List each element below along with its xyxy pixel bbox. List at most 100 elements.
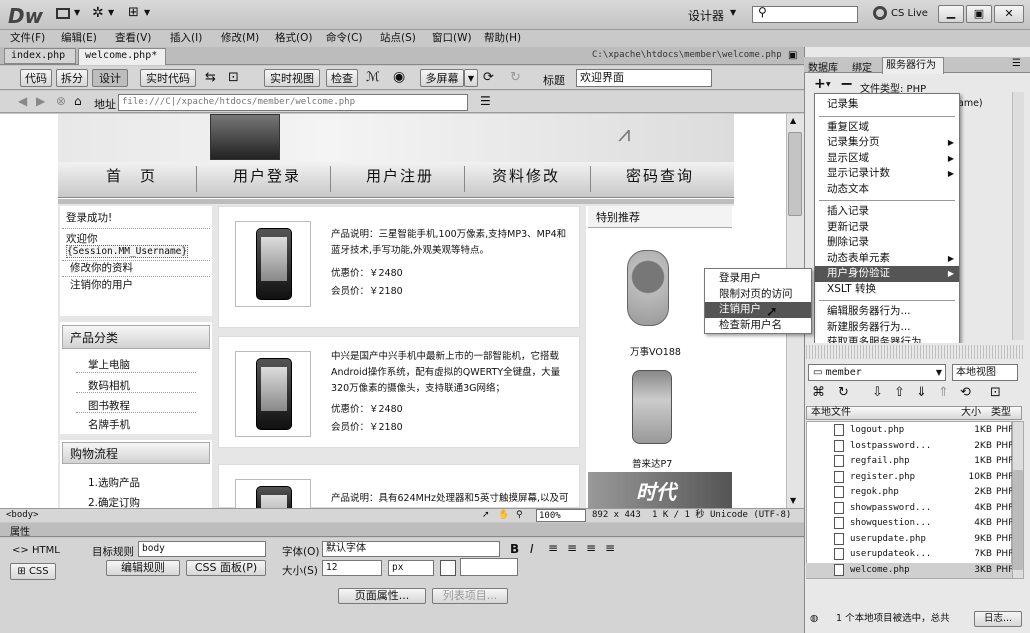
server-menu-item[interactable]: 更新记录 [815,220,959,236]
files-panel-grip[interactable] [806,345,1024,359]
justify-icon[interactable]: ≡ [605,541,615,555]
close-button[interactable]: ✕ [994,5,1024,23]
right-panel-scrollbar[interactable] [1012,92,1024,340]
list-item-button[interactable]: 列表项目... [432,588,508,604]
server-menu-item[interactable]: XSLT 转换 [815,282,959,298]
refresh-files-icon[interactable]: ↻ [838,385,849,400]
col-size[interactable]: 大小 [961,407,981,419]
file-row[interactable]: register.php 10KB PHP [806,470,1020,486]
server-menu-item[interactable]: 动态表单元素 ▶ [815,251,959,267]
inspect-button[interactable]: 检查 [326,69,358,87]
connect-icon[interactable]: ⌘ [812,385,825,400]
special-product-name[interactable]: 普来达P7 [632,456,672,470]
server-menu-item[interactable]: 编辑服务器行为... [815,304,959,320]
col-type[interactable]: 类型 [991,407,1011,419]
server-menu-item[interactable]: 显示记录计数 ▶ [815,166,959,182]
back-icon[interactable]: ◀ [18,94,27,108]
maximize-button[interactable]: ▣ [966,5,992,23]
file-row[interactable]: logout.php 1KB PHP [806,423,1020,439]
submenu-logout-user[interactable]: 注销用户 [705,302,811,318]
page-properties-button[interactable]: 页面属性... [338,588,426,604]
forward-icon[interactable]: ▶ [36,94,45,108]
server-menu-item[interactable]: 删除记录 [815,235,959,251]
live-code-button[interactable]: 实时代码 [140,69,196,87]
align-left-icon[interactable]: ≡ [548,541,558,555]
remove-behavior-icon[interactable]: − [840,74,853,93]
live-view-button[interactable]: 实时视图 [264,69,320,87]
size-select[interactable]: 12 [322,560,382,576]
menu-modify[interactable]: 修改(M) [221,30,259,45]
server-menu-item[interactable]: 记录集分页 ▶ [815,135,959,151]
inspect-mode-icon[interactable]: ⇆ [205,70,216,85]
stop-icon[interactable]: ⊗ [56,94,66,108]
window-size[interactable]: 892 x 443 [592,509,641,522]
view-options-icon[interactable]: ☰ [480,94,491,108]
submenu-restrict-access[interactable]: 限制对页的访问 [705,287,811,303]
nav-password[interactable]: 密码查询 [626,165,694,186]
link-logout[interactable]: 注销你的用户 [70,277,133,292]
browser-preview-icon[interactable]: ◉ [393,69,405,85]
target-rule-select[interactable]: body [138,541,266,557]
scrollbar-thumb[interactable] [788,132,802,216]
scroll-down-icon[interactable]: ▼ [790,496,796,505]
color-input[interactable] [460,558,518,576]
server-menu-item[interactable]: 重复区域 [815,120,959,136]
workspace-chevron-icon[interactable]: ▼ [730,8,736,17]
hand-tool-icon[interactable]: ✋ [498,509,509,522]
check-in-icon[interactable]: ⇑ [938,385,949,400]
cs-live-icon[interactable] [873,6,887,20]
menu-file[interactable]: 文件(F) [10,30,45,45]
file-row[interactable]: regok.php 2KB PHP [806,485,1020,501]
file-row[interactable]: lostpassword... 2KB PHP [806,439,1020,455]
file-row[interactable]: regfail.php 1KB PHP [806,454,1020,470]
multiscreen-chevron-icon[interactable]: ▼ [464,69,478,87]
file-row[interactable]: welcome.php 3KB PHP [806,562,1020,578]
view-select[interactable]: 本地视图 [952,364,1018,381]
panel-menu-icon[interactable]: ☰ [1012,58,1021,69]
workspace-switcher[interactable]: 设计器 [688,7,724,24]
home-icon[interactable]: ⌂ [74,94,82,108]
edit-rule-button[interactable]: 编辑规则 [106,560,180,576]
menu-site[interactable]: 站点(S) [380,30,416,45]
title-input[interactable]: 欢迎界面 [576,69,712,87]
menu-help[interactable]: 帮助(H) [484,30,521,45]
site-chevron-icon[interactable]: ▼ [144,8,150,17]
category-item[interactable]: 名牌手机 [88,417,130,432]
menu-view[interactable]: 查看(V) [115,30,151,45]
tab-bindings[interactable]: 绑定 [852,59,872,74]
scroll-up-icon[interactable]: ▲ [790,116,796,125]
restore-icon[interactable]: ▣ [788,50,797,61]
menu-format[interactable]: 格式(O) [275,30,312,45]
file-row[interactable]: userupdate.php 9KB PHP [806,532,1020,548]
server-menu-item[interactable]: 记录集 [815,97,959,113]
zoom-tool-icon[interactable]: ⚲ [516,509,523,522]
italic-icon[interactable]: I [530,542,534,556]
submenu-login-user[interactable]: 登录用户 [705,271,811,287]
site-manager-icon[interactable]: ⊞ [128,5,139,20]
tab-welcome[interactable]: welcome.php* × [78,48,166,75]
refresh-icon[interactable]: ↻ [510,70,521,85]
zoom-select[interactable]: 100% [536,509,586,522]
special-product-name[interactable]: 万事VO188 [630,344,681,358]
design-view-button[interactable]: 设计 [92,69,128,87]
category-item[interactable]: 掌上电脑 [88,357,130,372]
tab-server-behaviors[interactable]: 服务器行为 [882,57,944,74]
split-view-button[interactable]: 拆分 [56,69,88,87]
css-mode-button[interactable]: ⊞ CSS [10,563,56,580]
expand-icon[interactable]: ⊡ [990,385,1001,400]
check-out-icon[interactable]: ⇓ [916,385,927,400]
nav-edit-profile[interactable]: 资料修改 [492,165,560,186]
color-picker[interactable] [440,560,456,576]
design-canvas[interactable]: ⩘ 首 页 用户登录 用户注册 资料修改 密码查询 登录成功! 欢迎你 {Ses… [0,114,804,508]
search-input[interactable] [752,6,858,23]
preview-icon[interactable]: ⊡ [228,70,239,85]
get-files-icon[interactable]: ⇩ [872,385,883,400]
menu-insert[interactable]: 插入(I) [170,30,202,45]
tab-databases[interactable]: 数据库 [808,59,838,74]
server-menu-item[interactable]: 显示区域 ▶ [815,151,959,167]
cs-live-label[interactable]: CS Live [891,8,928,19]
link-edit-profile[interactable]: 修改你的资料 [70,260,133,275]
add-chevron-icon[interactable]: ▼ [826,81,831,88]
gear-chevron-icon[interactable]: ▼ [108,8,114,17]
files-scrollbar-thumb[interactable] [1013,470,1023,570]
